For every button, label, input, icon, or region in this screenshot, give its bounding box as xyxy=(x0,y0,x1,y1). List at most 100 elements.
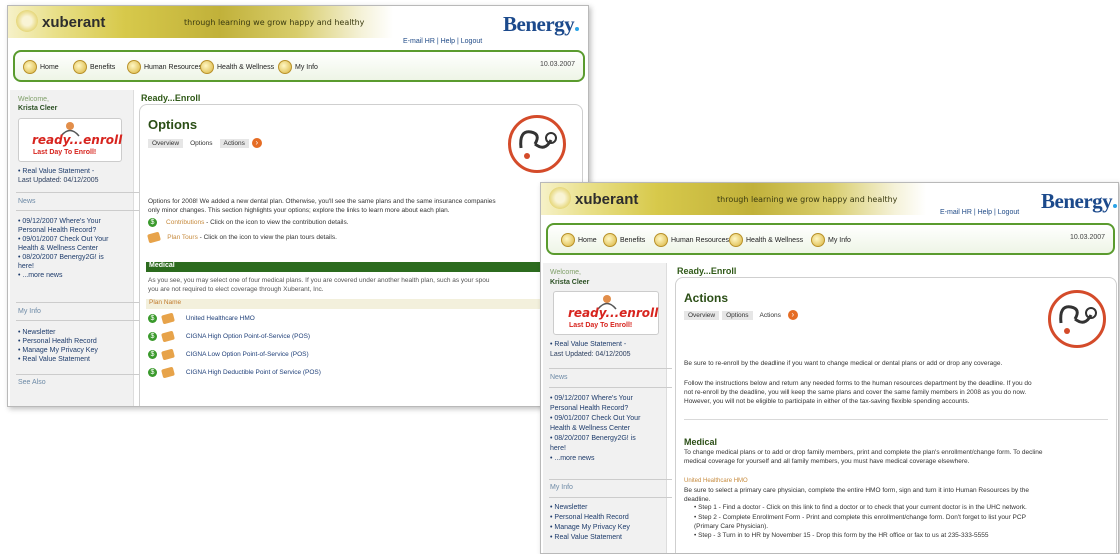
real-value-statement-link[interactable]: • Real Value Statement - xyxy=(18,168,94,175)
nav-health-wellness[interactable]: Health & Wellness xyxy=(200,60,274,74)
divider xyxy=(16,374,139,375)
instructions-line: However, you will not be eligible to par… xyxy=(684,398,970,405)
last-updated: Last Updated: 04/12/2005 xyxy=(18,177,99,184)
divider xyxy=(16,210,139,211)
real-value-statement-link[interactable]: • Real Value Statement xyxy=(18,355,98,364)
ready-enroll-banner[interactable]: ready...enroll Last Day To Enroll! xyxy=(553,291,659,335)
news-item-cont[interactable]: Health & Wellness Center xyxy=(18,244,108,253)
xuberant-logo[interactable]: xuberant xyxy=(575,191,638,208)
tab-options[interactable]: Options xyxy=(722,310,753,320)
user-name: Krista Cleer xyxy=(550,279,590,286)
plan-tour-icon[interactable] xyxy=(161,330,175,343)
promo-title: ready...enroll xyxy=(568,306,659,320)
real-value-statement-link[interactable]: • Real Value Statement xyxy=(550,533,630,543)
benergy-logo[interactable]: Benergy xyxy=(1041,189,1118,214)
privacy-key-link[interactable]: • Manage My Privacy Key xyxy=(18,346,98,355)
news-item-cont[interactable]: here! xyxy=(550,444,640,454)
dollar-icon[interactable]: $ xyxy=(148,368,157,377)
nav-home[interactable]: Home xyxy=(23,60,59,74)
news-item-cont[interactable]: Health & Wellness Center xyxy=(550,424,640,434)
person-icon xyxy=(811,233,825,247)
uhc-hmo-link[interactable]: United Healthcare HMO xyxy=(684,478,748,484)
tagline: through learning we grow happy and healt… xyxy=(184,18,365,27)
plan-tours-text: - Click on the icon to view the plan tou… xyxy=(197,234,337,242)
sun-logo-icon xyxy=(549,187,571,209)
newsletter-link[interactable]: • Newsletter xyxy=(18,328,98,337)
nav-benefits[interactable]: Benefits xyxy=(73,60,115,74)
nav-human-resources[interactable]: Human Resources xyxy=(654,233,729,247)
news-item[interactable]: • 09/12/2007 Where's Your xyxy=(18,217,108,226)
logout-link[interactable]: Logout xyxy=(998,209,1019,216)
step-2[interactable]: • Step 2 - Complete Enrollment Form - Pr… xyxy=(694,513,1026,531)
news-item[interactable]: • 09/01/2007 Check Out Your xyxy=(18,235,108,244)
nav-health-wellness[interactable]: Health & Wellness xyxy=(729,233,803,247)
plan-tours-link[interactable]: Plan Tours xyxy=(167,234,198,241)
plan-name-link[interactable]: United Healthcare HMO xyxy=(186,315,255,322)
personal-health-record-link[interactable]: • Personal Health Record xyxy=(550,513,630,523)
plan-name-link[interactable]: CIGNA Low Option Point-of-Service (POS) xyxy=(186,351,309,358)
plan-name-link[interactable]: CIGNA High Option Point-of-Service (POS) xyxy=(186,333,310,340)
plan-tour-icon[interactable] xyxy=(161,348,175,361)
news-item[interactable]: • 08/20/2007 Benergy2G! is xyxy=(18,253,108,262)
benergy-logo[interactable]: Benergy xyxy=(503,12,580,37)
more-news-link[interactable]: • ...more news xyxy=(550,454,640,464)
logout-link[interactable]: Logout xyxy=(461,38,482,45)
nav-benefits[interactable]: Benefits xyxy=(603,233,645,247)
plan-tour-icon[interactable] xyxy=(147,231,161,244)
nav-human-resources[interactable]: Human Resources xyxy=(127,60,202,74)
tab-options[interactable]: Options xyxy=(186,138,217,148)
nav-benefits-label: Benefits xyxy=(90,63,116,71)
divider xyxy=(549,368,672,369)
ready-enroll-banner[interactable]: ready...enroll Last Day To Enroll! xyxy=(18,118,122,162)
news-item[interactable]: • 08/20/2007 Benergy2G! is xyxy=(550,434,640,444)
medical-section-bar: Medical xyxy=(146,262,585,272)
news-heading: News xyxy=(18,198,36,205)
more-news-link[interactable]: • ...more news xyxy=(18,271,108,280)
tab-actions[interactable]: Actions xyxy=(755,310,785,320)
news-item[interactable]: • 09/12/2007 Where's Your xyxy=(550,394,640,404)
email-hr-link[interactable]: E-mail HR xyxy=(940,209,972,216)
nav-my-info[interactable]: My Info xyxy=(811,233,851,247)
dollar-icon[interactable]: $ xyxy=(148,218,157,227)
news-item[interactable]: • 09/01/2007 Check Out Your xyxy=(550,414,640,424)
contributions-link[interactable]: Contributions xyxy=(166,219,204,226)
tab-overview[interactable]: Overview xyxy=(684,310,720,320)
medical-line: To change medical plans or to add or dro… xyxy=(684,449,1043,456)
dollar-icon[interactable]: $ xyxy=(148,314,157,323)
xuberant-logo[interactable]: xuberant xyxy=(42,14,105,31)
welcome-text: Welcome, xyxy=(18,96,49,103)
wellness-icon xyxy=(729,233,743,247)
page-tabs: Overview Options Actions › xyxy=(148,138,262,148)
newsletter-link[interactable]: • Newsletter xyxy=(550,503,630,513)
plan-tour-icon[interactable] xyxy=(161,312,175,325)
nav-home[interactable]: Home xyxy=(561,233,597,247)
step-3[interactable]: • Step - 3 Turn in to HR by November 15 … xyxy=(694,532,988,539)
step-1[interactable]: • Step 1 - Find a doctor - Click on this… xyxy=(694,504,1027,511)
main-nav: Home Benefits Human Resources Health & W… xyxy=(546,223,1115,255)
dollar-icon[interactable]: $ xyxy=(148,332,157,341)
nav-my-info[interactable]: My Info xyxy=(278,60,318,74)
sun-logo-icon xyxy=(16,10,38,32)
dollar-icon[interactable]: $ xyxy=(148,350,157,359)
plan-tours-row: Plan Tours - Click on the icon to view t… xyxy=(147,231,337,244)
tab-actions[interactable]: Actions xyxy=(219,138,249,148)
email-hr-link[interactable]: E-mail HR xyxy=(403,38,435,45)
next-arrow-icon[interactable]: › xyxy=(787,310,798,320)
divider xyxy=(684,419,1108,420)
privacy-key-link[interactable]: • Manage My Privacy Key xyxy=(550,523,630,533)
step-2-line: (Primary Care Physician). xyxy=(694,523,769,530)
help-link[interactable]: Help xyxy=(978,209,992,216)
plan-tour-icon[interactable] xyxy=(161,366,175,379)
real-value-statement-link[interactable]: • Real Value Statement - xyxy=(550,341,626,348)
medical-line: As you see, you may select one of four m… xyxy=(148,277,490,284)
news-item-cont[interactable]: here! xyxy=(18,262,108,271)
tab-overview[interactable]: Overview xyxy=(148,138,184,148)
personal-health-record-link[interactable]: • Personal Health Record xyxy=(18,337,98,346)
help-link[interactable]: Help xyxy=(441,38,455,45)
news-item-cont[interactable]: Personal Health Record? xyxy=(18,226,108,235)
next-arrow-icon[interactable]: › xyxy=(251,138,262,148)
news-item-cont[interactable]: Personal Health Record? xyxy=(550,404,640,414)
nav-wellness-label: Health & Wellness xyxy=(217,63,275,71)
plan-name-link[interactable]: CIGNA High Deductible Point of Service (… xyxy=(186,369,321,376)
my-info-heading: My Info xyxy=(18,308,41,315)
